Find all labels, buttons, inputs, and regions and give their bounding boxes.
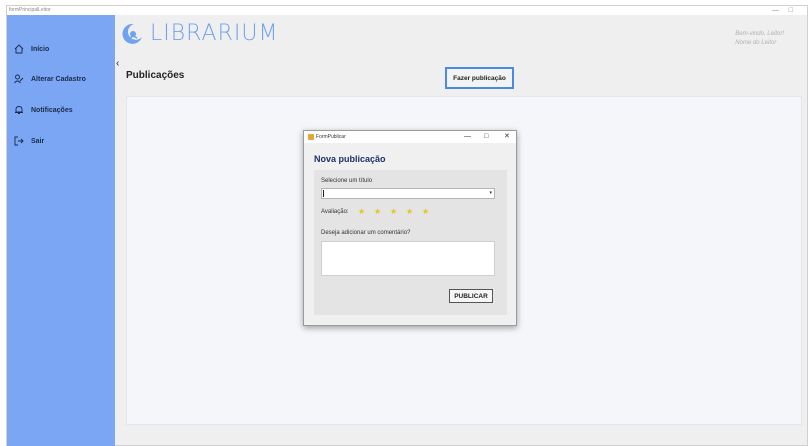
dialog-title: FormPublicar <box>316 134 346 140</box>
window-controls[interactable]: —□ <box>772 6 803 15</box>
star-icon[interactable]: ★ <box>374 207 385 217</box>
user-welcome: Bem-vindo, Leitor! Nome do Leitor <box>735 30 784 48</box>
minimize-button[interactable]: — <box>772 7 789 14</box>
maximize-button[interactable]: □ <box>789 7 803 14</box>
star-icon[interactable]: ★ <box>422 207 433 217</box>
publish-button[interactable]: PUBLICAR <box>449 289 493 303</box>
form-icon <box>308 134 314 140</box>
publish-dialog: FormPublicar — □ ✕ Nova publicação Selec… <box>303 130 517 326</box>
sidebar-item-alterar-cadastro[interactable]: Alterar Cadastro <box>7 68 115 90</box>
welcome-greeting: Bem-vindo, Leitor! <box>735 31 784 37</box>
dialog-titlebar: FormPublicar — □ ✕ <box>304 131 516 143</box>
dialog-minimize-button[interactable]: — <box>464 131 471 143</box>
chevron-down-icon[interactable]: ▾ <box>489 188 492 199</box>
rating-stars: ★ ★ ★ ★ ★ <box>358 207 438 217</box>
star-icon[interactable]: ★ <box>390 207 401 217</box>
sidebar: Início Alterar Cadastro Notificações Sai… <box>7 15 115 446</box>
dialog-maximize-button[interactable]: □ <box>484 131 488 143</box>
make-post-button[interactable]: Fazer publicação <box>445 67 514 89</box>
back-button[interactable]: ‹ <box>116 58 119 69</box>
publish-form-panel: Selecione um título ▾ Avaliação: ★ ★ ★ ★… <box>314 170 507 315</box>
comment-textarea[interactable] <box>321 241 495 276</box>
sidebar-item-label: Sair <box>31 137 45 145</box>
logo-moon-icon <box>120 22 144 46</box>
reader-name: Nome do Leitor <box>735 40 777 46</box>
dialog-close-button[interactable]: ✕ <box>504 131 510 143</box>
rating-label: Avaliação: <box>321 209 349 215</box>
window-titlebar: formPrincipalLeitor —□ <box>7 6 807 15</box>
title-select-label: Selecione um título <box>321 178 373 184</box>
home-icon <box>13 43 25 55</box>
window-title: formPrincipalLeitor <box>9 7 51 13</box>
dialog-heading: Nova publicação <box>314 154 386 164</box>
sidebar-item-label: Alterar Cadastro <box>31 75 86 83</box>
comment-label: Deseja adicionar um comentário? <box>321 230 411 236</box>
page-title: Publicações <box>126 70 185 81</box>
app-logo: LIBRARIUM <box>120 21 278 46</box>
text-caret <box>323 190 324 197</box>
title-select[interactable]: ▾ <box>321 188 495 199</box>
logout-icon <box>13 135 25 147</box>
sidebar-item-notificacoes[interactable]: Notificações <box>7 99 115 121</box>
star-icon[interactable]: ★ <box>406 207 417 217</box>
user-edit-icon <box>13 73 25 85</box>
bell-icon <box>13 104 25 116</box>
sidebar-item-inicio[interactable]: Início <box>7 38 115 60</box>
sidebar-item-label: Início <box>31 45 50 53</box>
sidebar-item-label: Notificações <box>31 106 73 114</box>
logo-text: LIBRARIUM <box>150 21 279 46</box>
star-icon[interactable]: ★ <box>358 207 369 217</box>
sidebar-item-sair[interactable]: Sair <box>7 130 115 152</box>
